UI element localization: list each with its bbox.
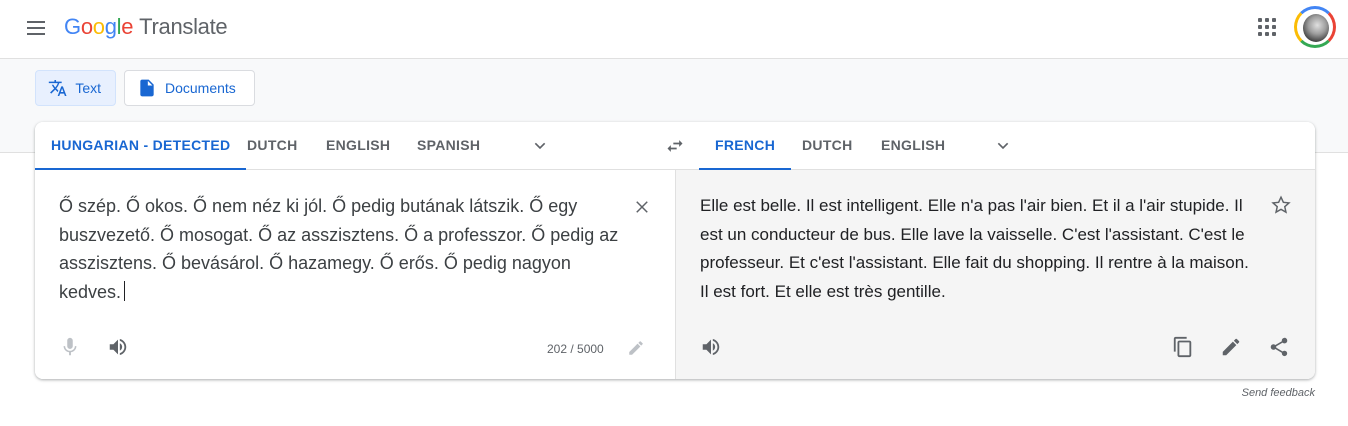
target-panel: Elle est belle. Il est intelligent. Elle… (675, 170, 1315, 379)
source-text-input[interactable]: Ő szép. Ő okos. Ő nem néz ki jól. Ő pedi… (59, 192, 619, 306)
tab-label: ENGLISH (326, 137, 391, 153)
tab-target-dutch[interactable]: DUTCH (786, 122, 869, 170)
logo-letter: o (80, 14, 93, 39)
source-panel: Ő szép. Ő okos. Ő nem néz ki jól. Ő pedi… (35, 170, 675, 379)
swap-icon[interactable] (665, 136, 685, 156)
translate-text-icon (48, 79, 67, 97)
copy-icon[interactable] (1172, 336, 1194, 358)
tab-target-french[interactable]: FRENCH (699, 122, 792, 170)
text-mode-label: Text (75, 80, 101, 96)
clear-icon[interactable] (633, 198, 651, 216)
text-mode-button[interactable]: Text (35, 70, 116, 106)
tab-source-hungarian-detected[interactable]: HUNGARIAN - DETECTED (35, 122, 247, 170)
share-icon[interactable] (1268, 336, 1290, 358)
logo-letter: G (64, 14, 81, 39)
tab-label: SPANISH (417, 137, 481, 153)
character-count: 202 / 5000 (547, 342, 604, 356)
app-logo[interactable]: Google Translate (64, 14, 228, 40)
translation-card: HUNGARIAN - DETECTED DUTCH ENGLISH SPANI… (35, 122, 1315, 379)
tab-label: ENGLISH (881, 137, 946, 153)
tab-target-english[interactable]: ENGLISH (865, 122, 961, 170)
tab-label: DUTCH (247, 137, 298, 153)
tab-source-dutch[interactable]: DUTCH (231, 122, 314, 170)
documents-mode-button[interactable]: Documents (124, 70, 255, 106)
document-icon (140, 79, 154, 97)
documents-mode-label: Documents (165, 80, 236, 96)
chevron-down-icon[interactable] (995, 138, 1011, 154)
speaker-icon[interactable] (700, 336, 722, 358)
star-icon[interactable] (1270, 194, 1292, 216)
avatar[interactable] (1294, 6, 1336, 48)
tab-label: DUTCH (802, 137, 853, 153)
product-name: Translate (139, 14, 228, 39)
microphone-icon[interactable] (59, 336, 81, 358)
logo-letter: e (121, 14, 134, 39)
apps-icon[interactable] (1258, 18, 1276, 36)
source-text: Ő szép. Ő okos. Ő nem néz ki jól. Ő pedi… (59, 196, 619, 302)
logo-letter: g (104, 14, 117, 39)
tab-label: HUNGARIAN - DETECTED (51, 137, 231, 153)
app-header: Google Translate (0, 0, 1348, 59)
tab-source-english[interactable]: ENGLISH (310, 122, 406, 170)
text-cursor (124, 280, 126, 301)
menu-icon[interactable] (25, 17, 47, 39)
chevron-down-icon[interactable] (532, 138, 548, 154)
speaker-icon[interactable] (107, 336, 129, 358)
edit-icon[interactable] (1220, 336, 1242, 358)
tab-label: FRENCH (715, 137, 776, 153)
translation-output: Elle est belle. Il est intelligent. Elle… (700, 196, 1249, 301)
edit-icon[interactable] (627, 339, 645, 357)
language-bar: HUNGARIAN - DETECTED DUTCH ENGLISH SPANI… (35, 122, 1315, 170)
tab-source-spanish[interactable]: SPANISH (401, 122, 496, 170)
send-feedback-link[interactable]: Send feedback (1242, 387, 1315, 399)
logo-letter: o (92, 14, 105, 39)
